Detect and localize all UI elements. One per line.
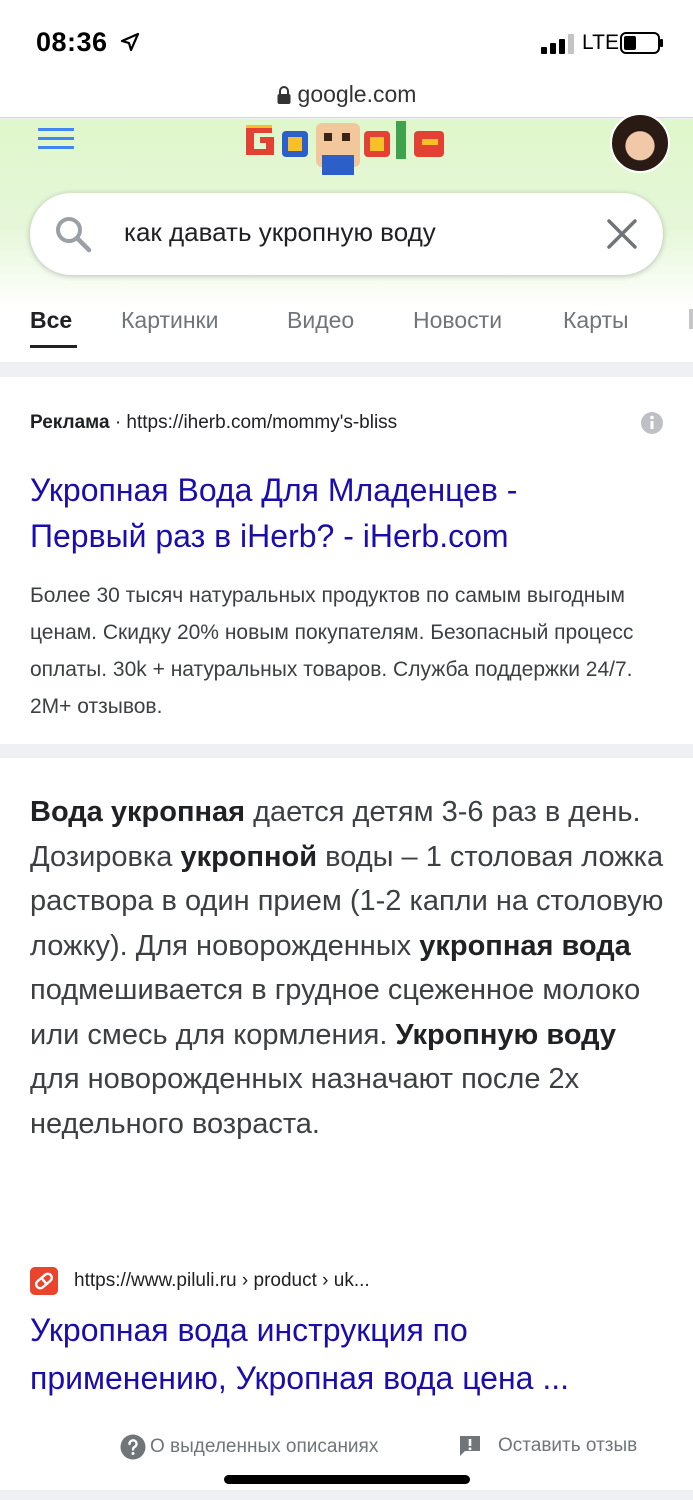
feedback-link[interactable]: Оставить отзыв (458, 1434, 637, 1458)
snippet-segment-bold: Укропную воду (395, 1018, 617, 1051)
lock-icon (277, 85, 291, 104)
signal-icon (541, 34, 574, 54)
ad-separator: · (114, 412, 122, 433)
source-url: https://www.piluli.ru › product › uk... (74, 1270, 370, 1291)
menu-icon[interactable] (38, 125, 74, 153)
status-time: 08:36 (36, 27, 108, 57)
google-doodle[interactable] (238, 119, 456, 179)
search-icon[interactable] (54, 215, 92, 253)
ad-title-line1: Укропная Вода Для Младенцев - (30, 472, 518, 508)
result-title-line1: Укропная вода инструкция по (30, 1312, 468, 1348)
tab-all[interactable]: Все (30, 307, 72, 334)
location-arrow-icon (120, 32, 140, 52)
tab-overflow-edge (689, 309, 693, 329)
snippet-segment-bold: укропная вода (419, 929, 631, 962)
about-snippets-label: О выделенных описаниях (150, 1436, 379, 1457)
snippet-segment-bold: Вода укропная (30, 796, 246, 828)
ad-url[interactable]: https://iherb.com/mommy's-bliss (126, 412, 397, 433)
snippet-segment: для новорожденных назначают после 2х нед… (30, 1063, 580, 1140)
featured-snippet-card: Вода укропная дается детям 3-6 раз в ден… (0, 758, 693, 1490)
tab-news[interactable]: Новости (413, 307, 502, 334)
address-bar[interactable]: google.com (0, 78, 693, 118)
help-icon (120, 1434, 146, 1460)
battery-icon (620, 32, 663, 54)
active-tab-indicator (30, 345, 77, 348)
google-header: как давать укропную воду Все Картинки Ви… (0, 113, 693, 362)
snippet-text: Вода укропная дается детям 3-6 раз в ден… (30, 790, 670, 1146)
feedback-icon (460, 1436, 480, 1456)
status-bar: 08:36 LTE (0, 0, 693, 78)
tab-images[interactable]: Картинки (121, 307, 218, 334)
network-label: LTE (582, 31, 619, 54)
search-tabs: Все Картинки Видео Новости Карты (0, 299, 693, 361)
search-box[interactable]: как давать укропную воду (30, 193, 663, 275)
ad-title-link[interactable]: Укропная Вода Для Младенцев - Первый раз… (30, 467, 650, 559)
snippet-segment-bold: укропной (180, 840, 318, 873)
tab-maps[interactable]: Карты (563, 307, 629, 334)
about-snippets-link[interactable]: О выделенных описаниях (120, 1434, 378, 1460)
result-title-link[interactable]: Укропная вода инструкция по применению, … (30, 1306, 670, 1402)
ad-source-line: Реклама · https://iherb.com/mommy's-blis… (30, 412, 397, 434)
home-indicator[interactable] (224, 1475, 470, 1484)
ad-result-card: Реклама · https://iherb.com/mommy's-blis… (0, 377, 693, 744)
search-input[interactable]: как давать укропную воду (124, 217, 436, 248)
snippet-footer: О выделенных описаниях Оставить отзыв (0, 1430, 693, 1466)
info-icon[interactable] (640, 411, 664, 435)
ad-title-line2: Первый раз в iHerb? - iHerb.com (30, 518, 509, 554)
ad-label: Реклама (30, 412, 110, 433)
avatar[interactable] (610, 113, 670, 173)
tab-videos[interactable]: Видео (287, 307, 354, 334)
result-title-line2: применению, Укропная вода цена ... (30, 1360, 569, 1396)
source-site-row[interactable]: https://www.piluli.ru › product › uk... (30, 1266, 370, 1296)
url-text: google.com (297, 81, 417, 107)
ad-description: Более 30 тысяч натуральных продуктов по … (30, 584, 634, 718)
feedback-label: Оставить отзыв (498, 1435, 638, 1456)
site-favicon-icon (30, 1267, 58, 1295)
close-icon[interactable] (605, 217, 639, 251)
